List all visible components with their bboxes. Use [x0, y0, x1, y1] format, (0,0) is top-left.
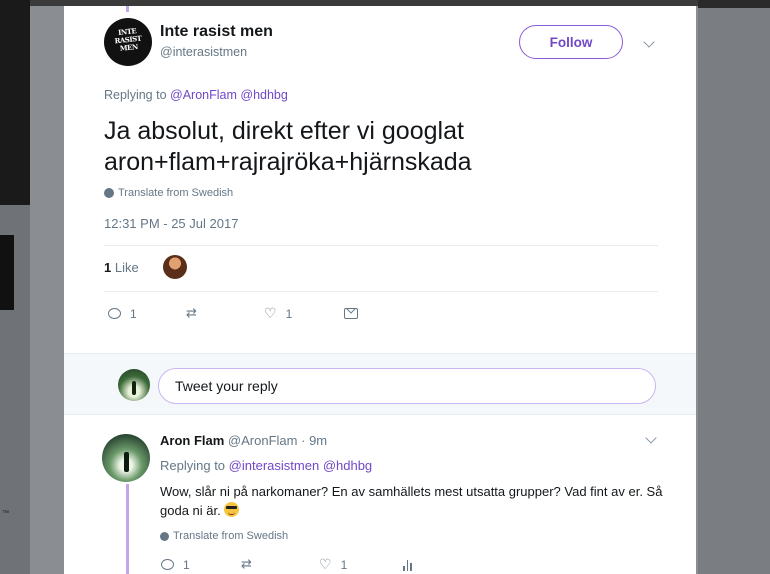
- tweet-modal: INTE RASIST MEN Inte rasist men @interas…: [64, 6, 696, 574]
- liker-avatar[interactable]: [163, 255, 187, 279]
- translate-label: Translate from Swedish: [118, 187, 234, 199]
- main-tweet-text: Ja absolut, direkt efter vi googlat aron…: [104, 116, 664, 178]
- reply-tweet-text: Wow, slår ni på narkomaner? En av samhäl…: [160, 482, 664, 520]
- like-count-label[interactable]: 1 Like: [104, 260, 139, 275]
- like-action-count: 1: [340, 557, 348, 572]
- analytics-icon: [403, 559, 412, 571]
- heart-icon: ♡: [264, 305, 277, 322]
- reply-time[interactable]: 9m: [309, 433, 327, 448]
- mention-interasistmen[interactable]: @interasistmen: [229, 458, 320, 473]
- main-replying-to: Replying to @AronFlam @hdhbg: [104, 88, 288, 102]
- reply-input[interactable]: [158, 368, 656, 404]
- main-translate-link[interactable]: Translate from Swedish: [104, 187, 233, 199]
- replying-prefix: Replying to: [104, 88, 167, 102]
- translate-label: Translate from Swedish: [173, 530, 289, 542]
- reply-display-name[interactable]: Aron Flam: [160, 433, 224, 448]
- retweet-icon: ⇄: [241, 557, 252, 572]
- like-count: 1: [104, 260, 112, 275]
- avatar-logo-text: INTE RASIST MEN: [114, 26, 142, 53]
- follow-button[interactable]: Follow: [519, 25, 623, 59]
- current-user-avatar: [118, 369, 150, 401]
- retweet-action[interactable]: ⇄: [186, 306, 264, 321]
- heart-icon: ♡: [319, 556, 332, 573]
- replying-prefix: Replying to: [160, 458, 226, 473]
- main-handle[interactable]: @interasistmen: [160, 45, 247, 59]
- main-display-name[interactable]: Inte rasist men: [160, 23, 273, 41]
- thread-line: [126, 484, 129, 574]
- divider: [104, 291, 658, 292]
- reply-replying-to: Replying to @interasistmen @hdhbg: [160, 458, 372, 473]
- reply-handle[interactable]: @AronFlam: [228, 433, 298, 448]
- mention-hdhbg[interactable]: @hdhbg: [240, 88, 287, 102]
- envelope-icon: [344, 308, 358, 319]
- reply-translate-link[interactable]: Translate from Swedish: [160, 530, 288, 542]
- reply-count: 1: [130, 306, 137, 321]
- analytics-action[interactable]: [403, 559, 412, 571]
- reply-action[interactable]: 1: [161, 558, 241, 572]
- reply-action[interactable]: 1: [108, 307, 186, 321]
- retweet-action[interactable]: ⇄: [241, 557, 319, 572]
- reply-header: Aron Flam @AronFlam · 9m: [160, 433, 327, 448]
- trademark-text: ™: [2, 510, 9, 517]
- background-dark-block: [0, 0, 30, 205]
- divider: [104, 245, 658, 246]
- avatar-interasistmen[interactable]: INTE RASIST MEN: [104, 18, 152, 66]
- globe-icon: [160, 531, 169, 541]
- like-action-count: 1: [285, 306, 293, 321]
- sunglasses-emoji-icon: [224, 502, 240, 517]
- reply-separator: ·: [301, 433, 306, 448]
- retweet-icon: ⇄: [186, 306, 197, 321]
- mention-hdhbg[interactable]: @hdhbg: [323, 458, 372, 473]
- chevron-down-icon[interactable]: [645, 432, 657, 444]
- reply-action-bar: 1 ⇄ ♡ 1: [161, 557, 412, 572]
- direct-message-action[interactable]: [344, 308, 358, 319]
- globe-icon: [104, 188, 114, 198]
- like-action[interactable]: ♡ 1: [319, 558, 403, 572]
- thread-line-top: [126, 6, 129, 12]
- reply-count: 1: [183, 557, 190, 572]
- like-label: Like: [114, 260, 139, 275]
- avatar-aronflam[interactable]: [102, 434, 150, 482]
- background-right-topbar: [698, 0, 770, 8]
- background-strip: [0, 235, 14, 310]
- main-action-bar: 1 ⇄ ♡ 1: [108, 306, 358, 321]
- chevron-down-icon[interactable]: [643, 36, 655, 48]
- background-left-panel: ™: [0, 0, 30, 574]
- reply-icon: [161, 559, 174, 570]
- mention-aronflam[interactable]: @AronFlam: [170, 88, 237, 102]
- tweet-text-line-1: Ja absolut, direkt efter vi googlat: [104, 117, 464, 145]
- main-timestamp[interactable]: 12:31 PM - 25 Jul 2017: [104, 216, 238, 231]
- background-right-panel: [698, 0, 770, 574]
- tweet-text-line-2: aron+flam+rajrajröka+hjärnskada: [104, 148, 472, 176]
- reply-icon: [108, 308, 121, 319]
- like-action[interactable]: ♡ 1: [264, 307, 344, 321]
